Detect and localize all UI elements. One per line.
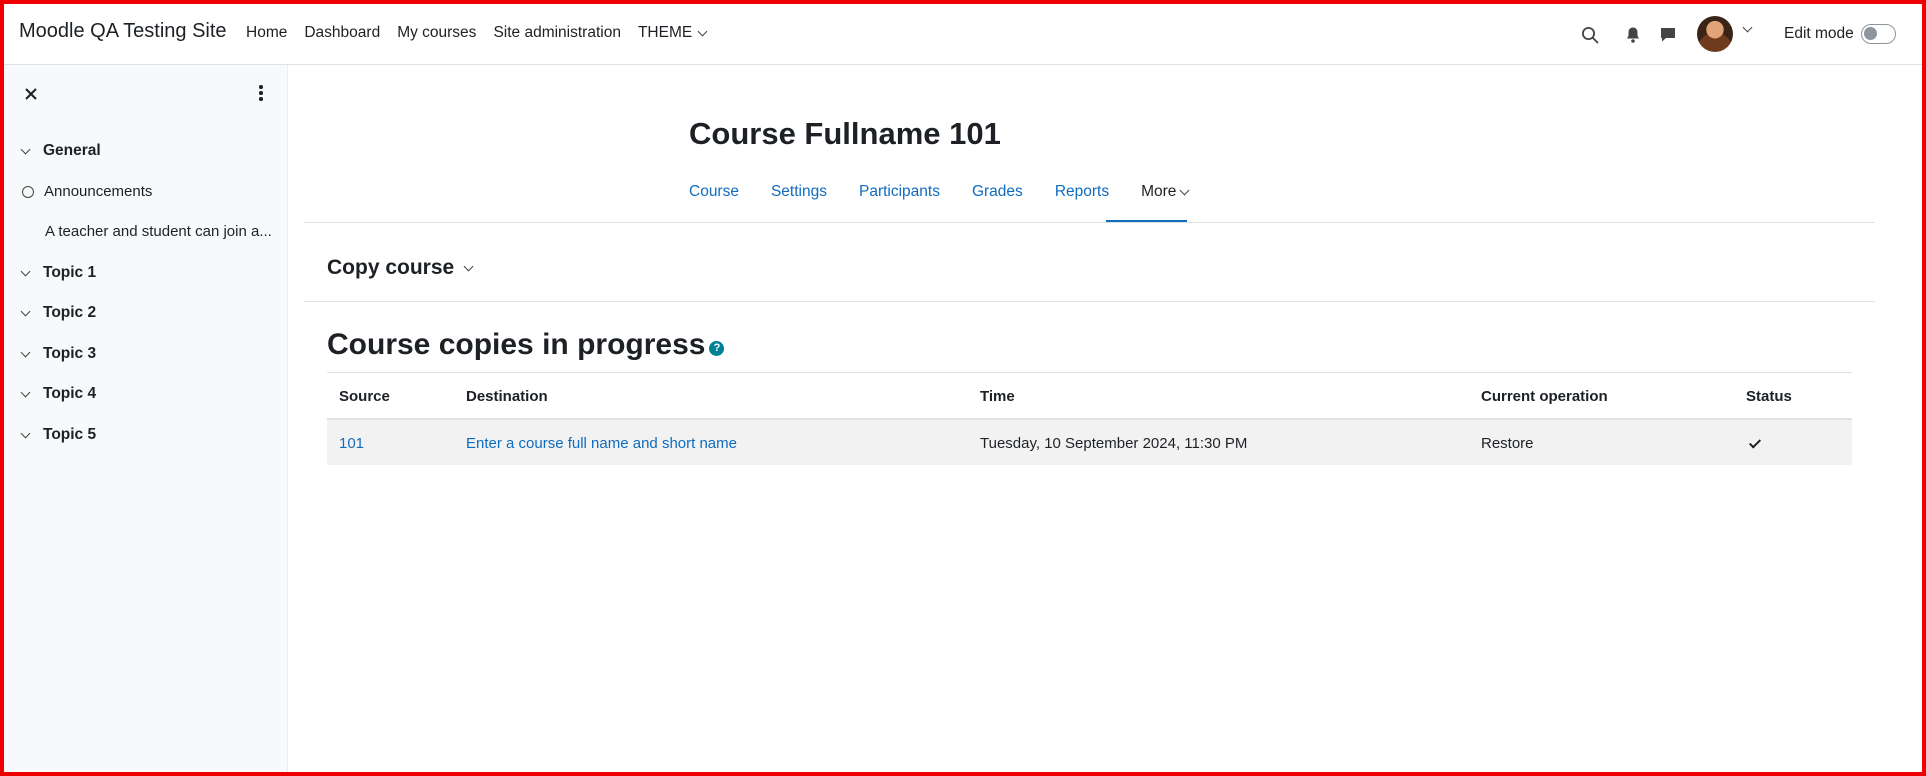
copy-course-action-menu[interactable]: Copy course	[327, 256, 474, 280]
sidebar-section-topic-3[interactable]: Topic 3	[20, 345, 97, 363]
chevron-down-icon	[1179, 185, 1190, 195]
tab-grades[interactable]: Grades	[972, 183, 1023, 201]
sidebar-section-topic-1[interactable]: Topic 1	[20, 264, 97, 282]
table-row: 101 Enter a course full name and short n…	[327, 419, 1852, 465]
sidebar-section-label: Topic 3	[43, 345, 97, 362]
table-header-row: Source Destination Time Current operatio…	[327, 372, 1852, 420]
edit-mode-label: Edit mode	[1784, 25, 1854, 42]
user-menu-chevron-down-icon[interactable]	[1742, 22, 1753, 33]
column-header-source: Source	[327, 372, 454, 420]
sidebar-item-announcements[interactable]: Announcements	[22, 183, 152, 200]
nav-theme-dropdown[interactable]: THEME	[637, 24, 708, 42]
primary-navigation: Home Dashboard My courses Site administr…	[246, 24, 723, 42]
destination-cell: Enter a course full name and short name	[454, 419, 968, 465]
destination-course-link[interactable]: Enter a course full name and short name	[466, 435, 737, 452]
notification-bell-icon[interactable]	[1625, 26, 1641, 44]
close-drawer-icon[interactable]	[24, 87, 38, 101]
tab-participants[interactable]: Participants	[859, 183, 940, 201]
check-icon	[1748, 436, 1762, 449]
sidebar-section-label: Topic 5	[43, 426, 97, 443]
chevron-down-icon	[697, 26, 708, 36]
chevron-down-icon	[20, 347, 31, 357]
user-avatar[interactable]	[1697, 16, 1733, 52]
action-heading: Copy course	[327, 256, 455, 279]
source-cell: 101	[327, 419, 454, 465]
sidebar-section-label: Topic 2	[43, 304, 97, 321]
messages-icon[interactable]	[1659, 26, 1677, 43]
sidebar-section-topic-5[interactable]: Topic 5	[20, 426, 97, 444]
chevron-down-icon	[20, 144, 31, 154]
section-heading: Course copies in progress ?	[327, 328, 725, 362]
nav-theme-label: THEME	[637, 24, 693, 41]
source-course-link[interactable]: 101	[339, 435, 364, 452]
status-cell	[1734, 419, 1852, 465]
sidebar-section-label: Topic 4	[43, 385, 97, 402]
page-title: Course Fullname 101	[689, 116, 1001, 151]
top-navbar: Moodle QA Testing Site Home Dashboard My…	[0, 0, 1926, 65]
incomplete-circle-icon	[22, 185, 34, 198]
toggle-knob	[1864, 27, 1877, 40]
sidebar-section-label: General	[43, 142, 101, 159]
drawer-options-kebab-icon[interactable]	[255, 85, 267, 103]
column-header-destination: Destination	[454, 372, 968, 420]
tab-more-label: More	[1141, 183, 1177, 200]
sidebar-item-label: Announcements	[44, 183, 153, 200]
course-index-drawer: General Announcements A teacher and stud…	[0, 65, 288, 776]
search-icon[interactable]	[1581, 26, 1599, 44]
chevron-down-icon	[463, 261, 474, 271]
chevron-down-icon	[20, 266, 31, 276]
sidebar-section-label: Topic 1	[43, 264, 97, 281]
sidebar-section-general[interactable]: General	[20, 142, 101, 160]
help-icon[interactable]: ?	[709, 340, 725, 356]
column-header-current-operation: Current operation	[1469, 372, 1734, 420]
tab-more[interactable]: More	[1141, 183, 1190, 201]
tab-settings[interactable]: Settings	[771, 183, 827, 201]
divider	[304, 222, 1875, 223]
course-secondary-navigation: Course Settings Participants Grades Repo…	[689, 183, 1220, 201]
section-heading-text: Course copies in progress	[327, 328, 706, 361]
nav-dashboard[interactable]: Dashboard	[304, 24, 380, 42]
column-header-time: Time	[968, 372, 1469, 420]
chevron-down-icon	[20, 428, 31, 438]
course-copies-table: Source Destination Time Current operatio…	[327, 372, 1852, 465]
tab-course[interactable]: Course	[689, 183, 739, 201]
site-brand[interactable]: Moodle QA Testing Site	[19, 20, 227, 43]
edit-mode-toggle[interactable]	[1861, 24, 1896, 44]
chevron-down-icon	[20, 306, 31, 316]
nav-my-courses[interactable]: My courses	[397, 24, 476, 42]
chevron-down-icon	[20, 387, 31, 397]
nav-site-administration[interactable]: Site administration	[493, 24, 621, 42]
operation-cell: Restore	[1469, 419, 1734, 465]
time-cell: Tuesday, 10 September 2024, 11:30 PM	[968, 419, 1469, 465]
sidebar-section-topic-2[interactable]: Topic 2	[20, 304, 97, 322]
nav-home[interactable]: Home	[246, 24, 287, 42]
sidebar-item-teacher-student[interactable]: A teacher and student can join a...	[45, 223, 273, 240]
column-header-status: Status	[1734, 372, 1852, 420]
tab-reports[interactable]: Reports	[1055, 183, 1109, 201]
divider	[304, 301, 1875, 302]
sidebar-section-topic-4[interactable]: Topic 4	[20, 385, 97, 403]
